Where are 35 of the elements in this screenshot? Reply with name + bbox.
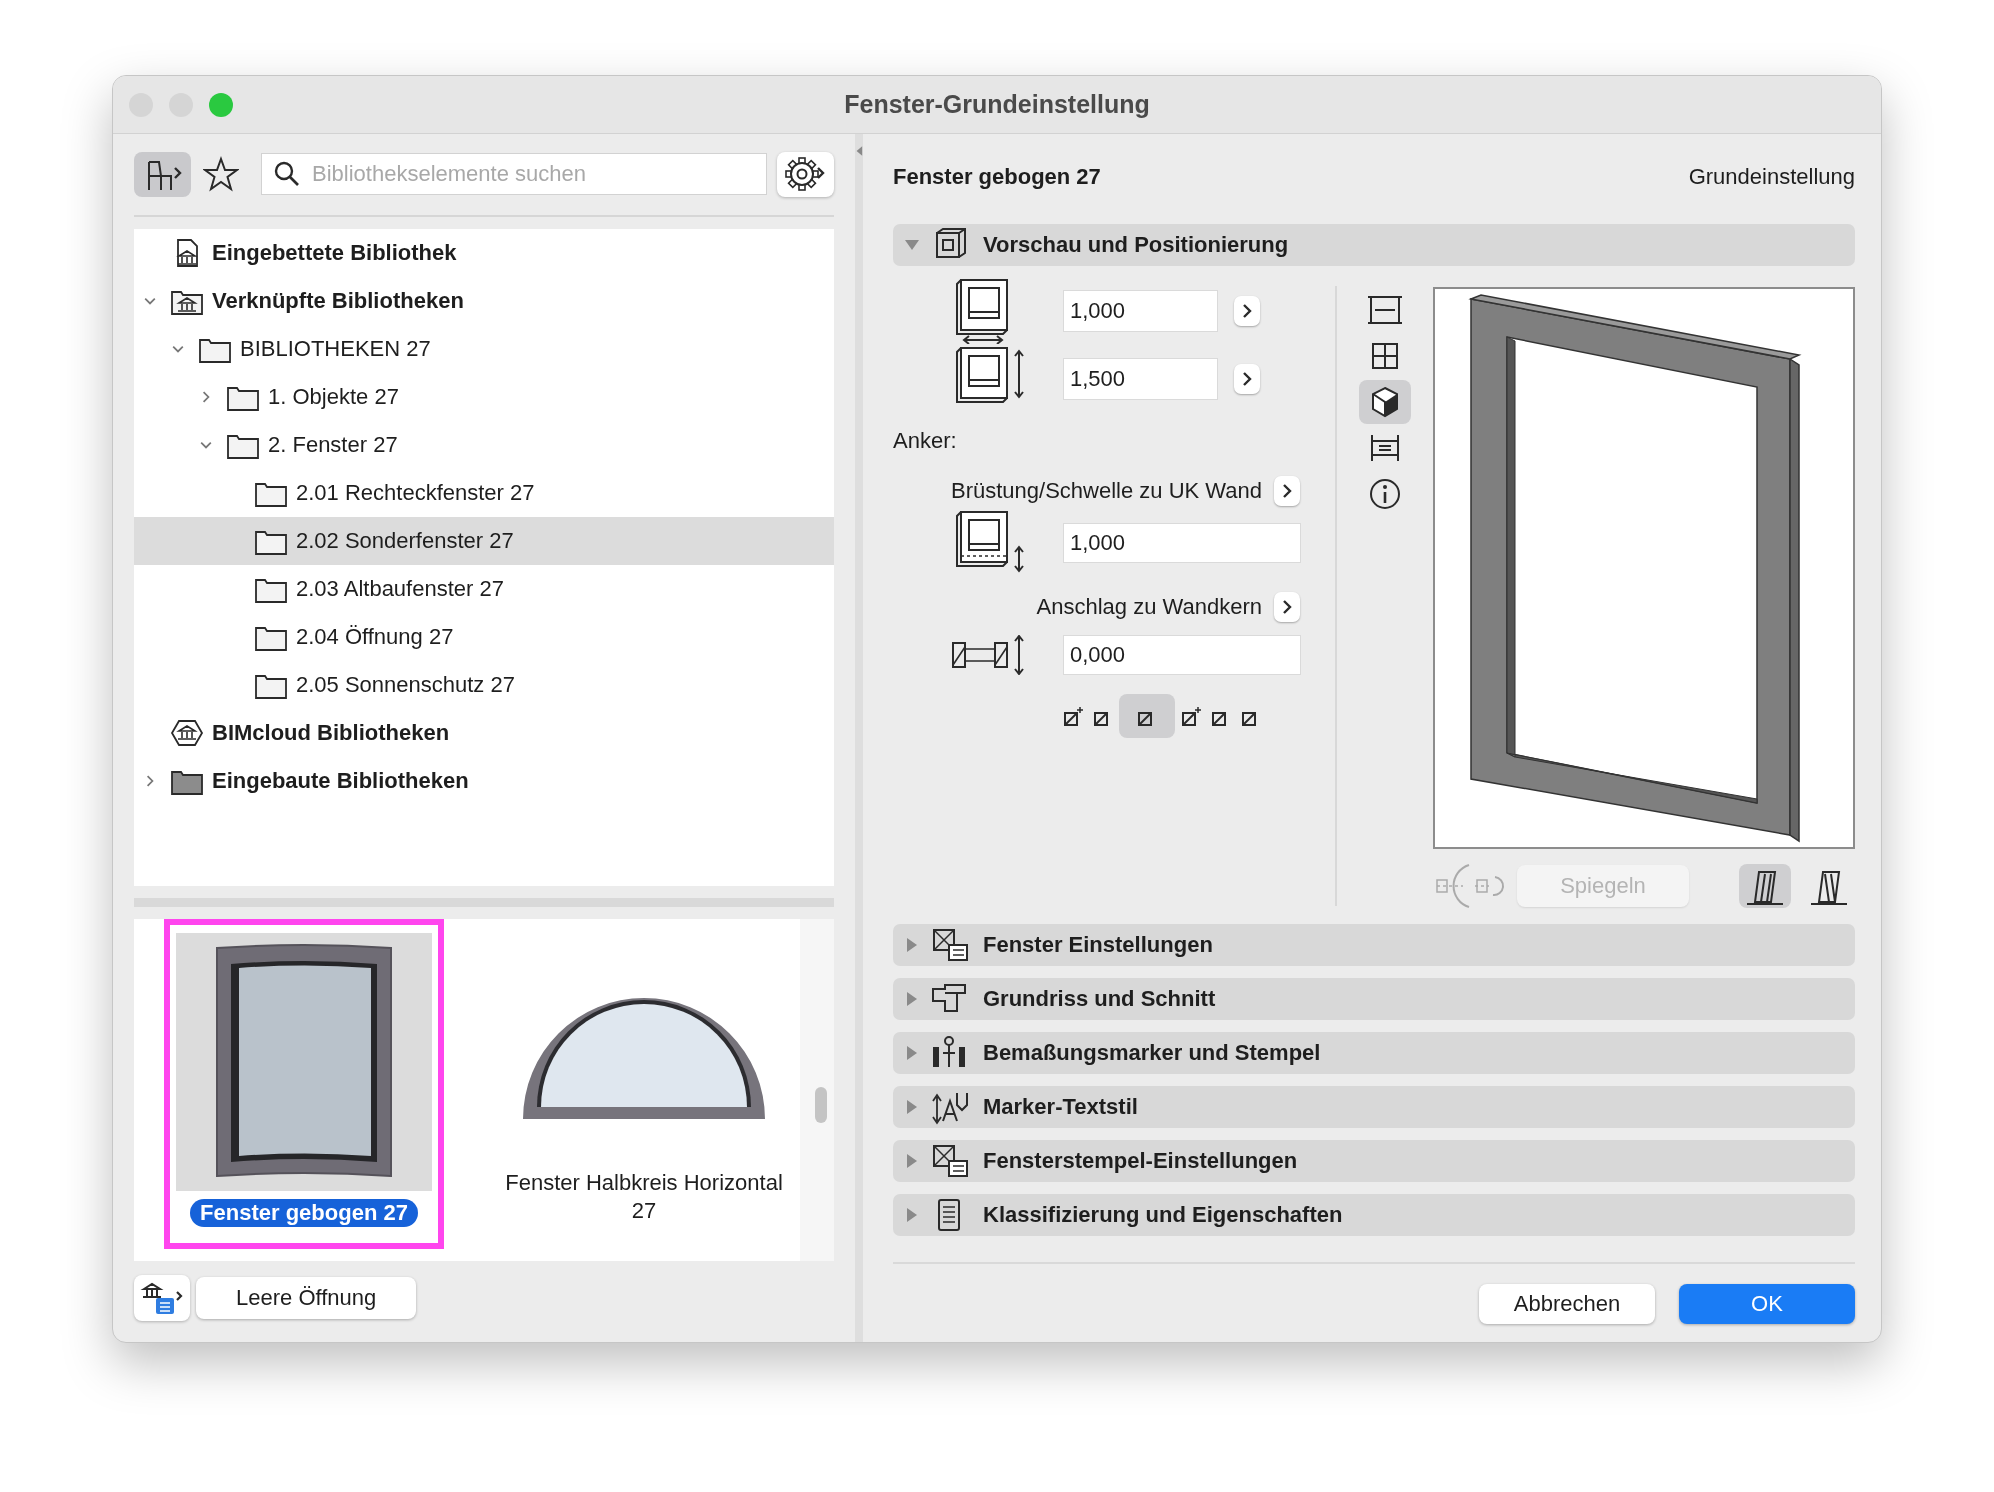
tree-item[interactable]: 2.01 Rechteckfenster 27	[134, 469, 834, 517]
tree-item[interactable]: Eingebaute Bibliotheken	[134, 757, 834, 805]
settings-mode-label: Grundeinstellung	[1688, 164, 1855, 190]
tree-item[interactable]: 2. Fenster 27	[134, 421, 834, 469]
object-name: Fenster gebogen 27	[893, 164, 1101, 190]
section-header[interactable]: Marker-Textstil	[893, 1086, 1855, 1128]
section-header[interactable]: Fensterstempel-Einstellungen	[893, 1140, 1855, 1182]
window-title: Fenster-Grundeinstellung	[844, 90, 1150, 119]
sill-label: Brüstung/Schwelle zu UK Wand	[951, 478, 1262, 504]
library-item[interactable]: Fenster Halbkreis Horizontal 27	[499, 919, 789, 1225]
section-header[interactable]: Klassifizierung und Eigenschaften	[893, 1194, 1855, 1236]
empty-opening-button[interactable]: Leere Öffnung	[196, 1277, 417, 1319]
reveal-label: Anschlag zu Wandkern	[1036, 594, 1262, 620]
tree-item[interactable]: 2.03 Altbaufenster 27	[134, 565, 834, 613]
wall-reveal-field[interactable]: 0,000	[1063, 635, 1301, 675]
section-header[interactable]: Fenster Einstellungen	[893, 924, 1855, 966]
tree-item[interactable]: 2.02 Sonderfenster 27	[134, 517, 834, 565]
width-field[interactable]: 1,000	[1063, 290, 1218, 332]
tree-item[interactable]: 2.04 Öffnung 27	[134, 613, 834, 661]
cancel-button[interactable]: Abbrechen	[1479, 1284, 1655, 1324]
library-item[interactable]: Fenster gebogen 27	[164, 919, 444, 1249]
section-header[interactable]: Grundriss und Schnitt	[893, 978, 1855, 1020]
tree-item[interactable]: BIMcloud Bibliotheken	[134, 709, 834, 757]
tree-item[interactable]: BIBLIOTHEKEN 27	[134, 325, 834, 373]
section-header[interactable]: Vorschau und Positionierung	[893, 224, 1855, 266]
height-field[interactable]: 1,500	[1063, 358, 1218, 400]
search-field[interactable]: Bibliothekselemente suchen	[261, 153, 767, 195]
ok-button[interactable]: OK	[1679, 1284, 1855, 1324]
sill-height-field[interactable]: 1,000	[1063, 523, 1301, 563]
tree-item[interactable]: 1. Objekte 27	[134, 373, 834, 421]
tree-item[interactable]: 2.05 Sonnenschutz 27	[134, 661, 834, 709]
tree-item[interactable]: Verknüpfte Bibliotheken	[134, 277, 834, 325]
tree-item[interactable]: Eingebettete Bibliothek	[134, 229, 834, 277]
anchor-label: Anker:	[893, 428, 958, 455]
section-header[interactable]: Bemaßungsmarker und Stempel	[893, 1032, 1855, 1074]
